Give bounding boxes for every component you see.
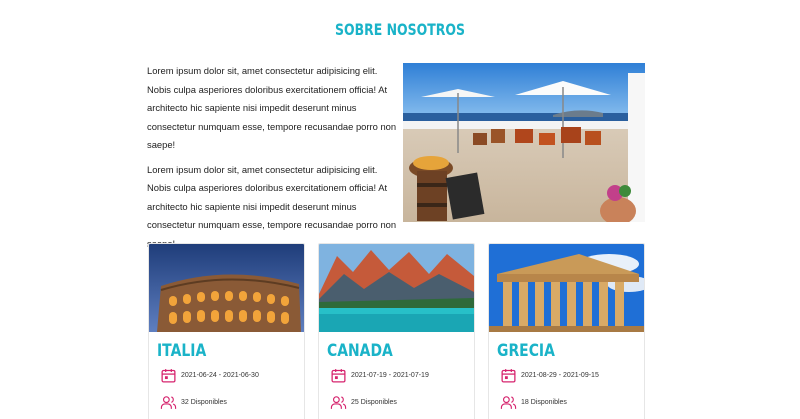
trip-dates-text: 2021-08-29 - 2021-09-15 — [521, 372, 599, 379]
section-title: SOBRE NOSOTROS — [335, 20, 465, 39]
trip-dates-text: 2021-06-24 - 2021-06-30 — [181, 372, 259, 379]
trip-card-italia[interactable]: ITALIA 2021-06-24 - 2021-06-30 32 Dispon… — [148, 243, 305, 419]
users-icon — [330, 396, 347, 409]
trip-availability: 18 Disponibles — [500, 394, 567, 411]
users-icon — [500, 396, 517, 409]
about-paragraph: Lorem ipsum dolor sit, amet consectetur … — [147, 65, 397, 150]
trip-dates: 2021-07-19 - 2021-07-19 — [330, 367, 429, 384]
calendar-icon — [161, 369, 176, 383]
trip-card-canada[interactable]: CANADA 2021-07-19 - 2021-07-19 25 Dispon… — [318, 243, 475, 419]
trip-availability-text: 18 Disponibles — [521, 399, 567, 406]
trip-name: ITALIA — [157, 341, 207, 361]
trip-photo — [489, 244, 644, 332]
trip-name: GRECIA — [497, 341, 555, 361]
trip-photo — [319, 244, 474, 332]
trip-photo — [149, 244, 304, 332]
trip-availability: 32 Disponibles — [160, 394, 227, 411]
users-icon — [160, 396, 177, 409]
trip-availability: 25 Disponibles — [330, 394, 397, 411]
trip-name: CANADA — [327, 341, 393, 361]
trip-dates: 2021-08-29 - 2021-09-15 — [500, 367, 599, 384]
about-text: Lorem ipsum dolor sit, amet consectetur … — [147, 62, 397, 259]
about-photo — [403, 63, 645, 222]
about-paragraph: Lorem ipsum dolor sit, amet consectetur … — [147, 163, 397, 249]
calendar-icon — [501, 369, 516, 383]
trip-availability-text: 32 Disponibles — [181, 399, 227, 406]
trip-dates-text: 2021-07-19 - 2021-07-19 — [351, 372, 429, 379]
trip-dates: 2021-06-24 - 2021-06-30 — [160, 367, 259, 384]
trip-availability-text: 25 Disponibles — [351, 399, 397, 406]
calendar-icon — [331, 369, 346, 383]
trip-card-grecia[interactable]: GRECIA 2021-08-29 - 2021-09-15 18 Dispon… — [488, 243, 645, 419]
